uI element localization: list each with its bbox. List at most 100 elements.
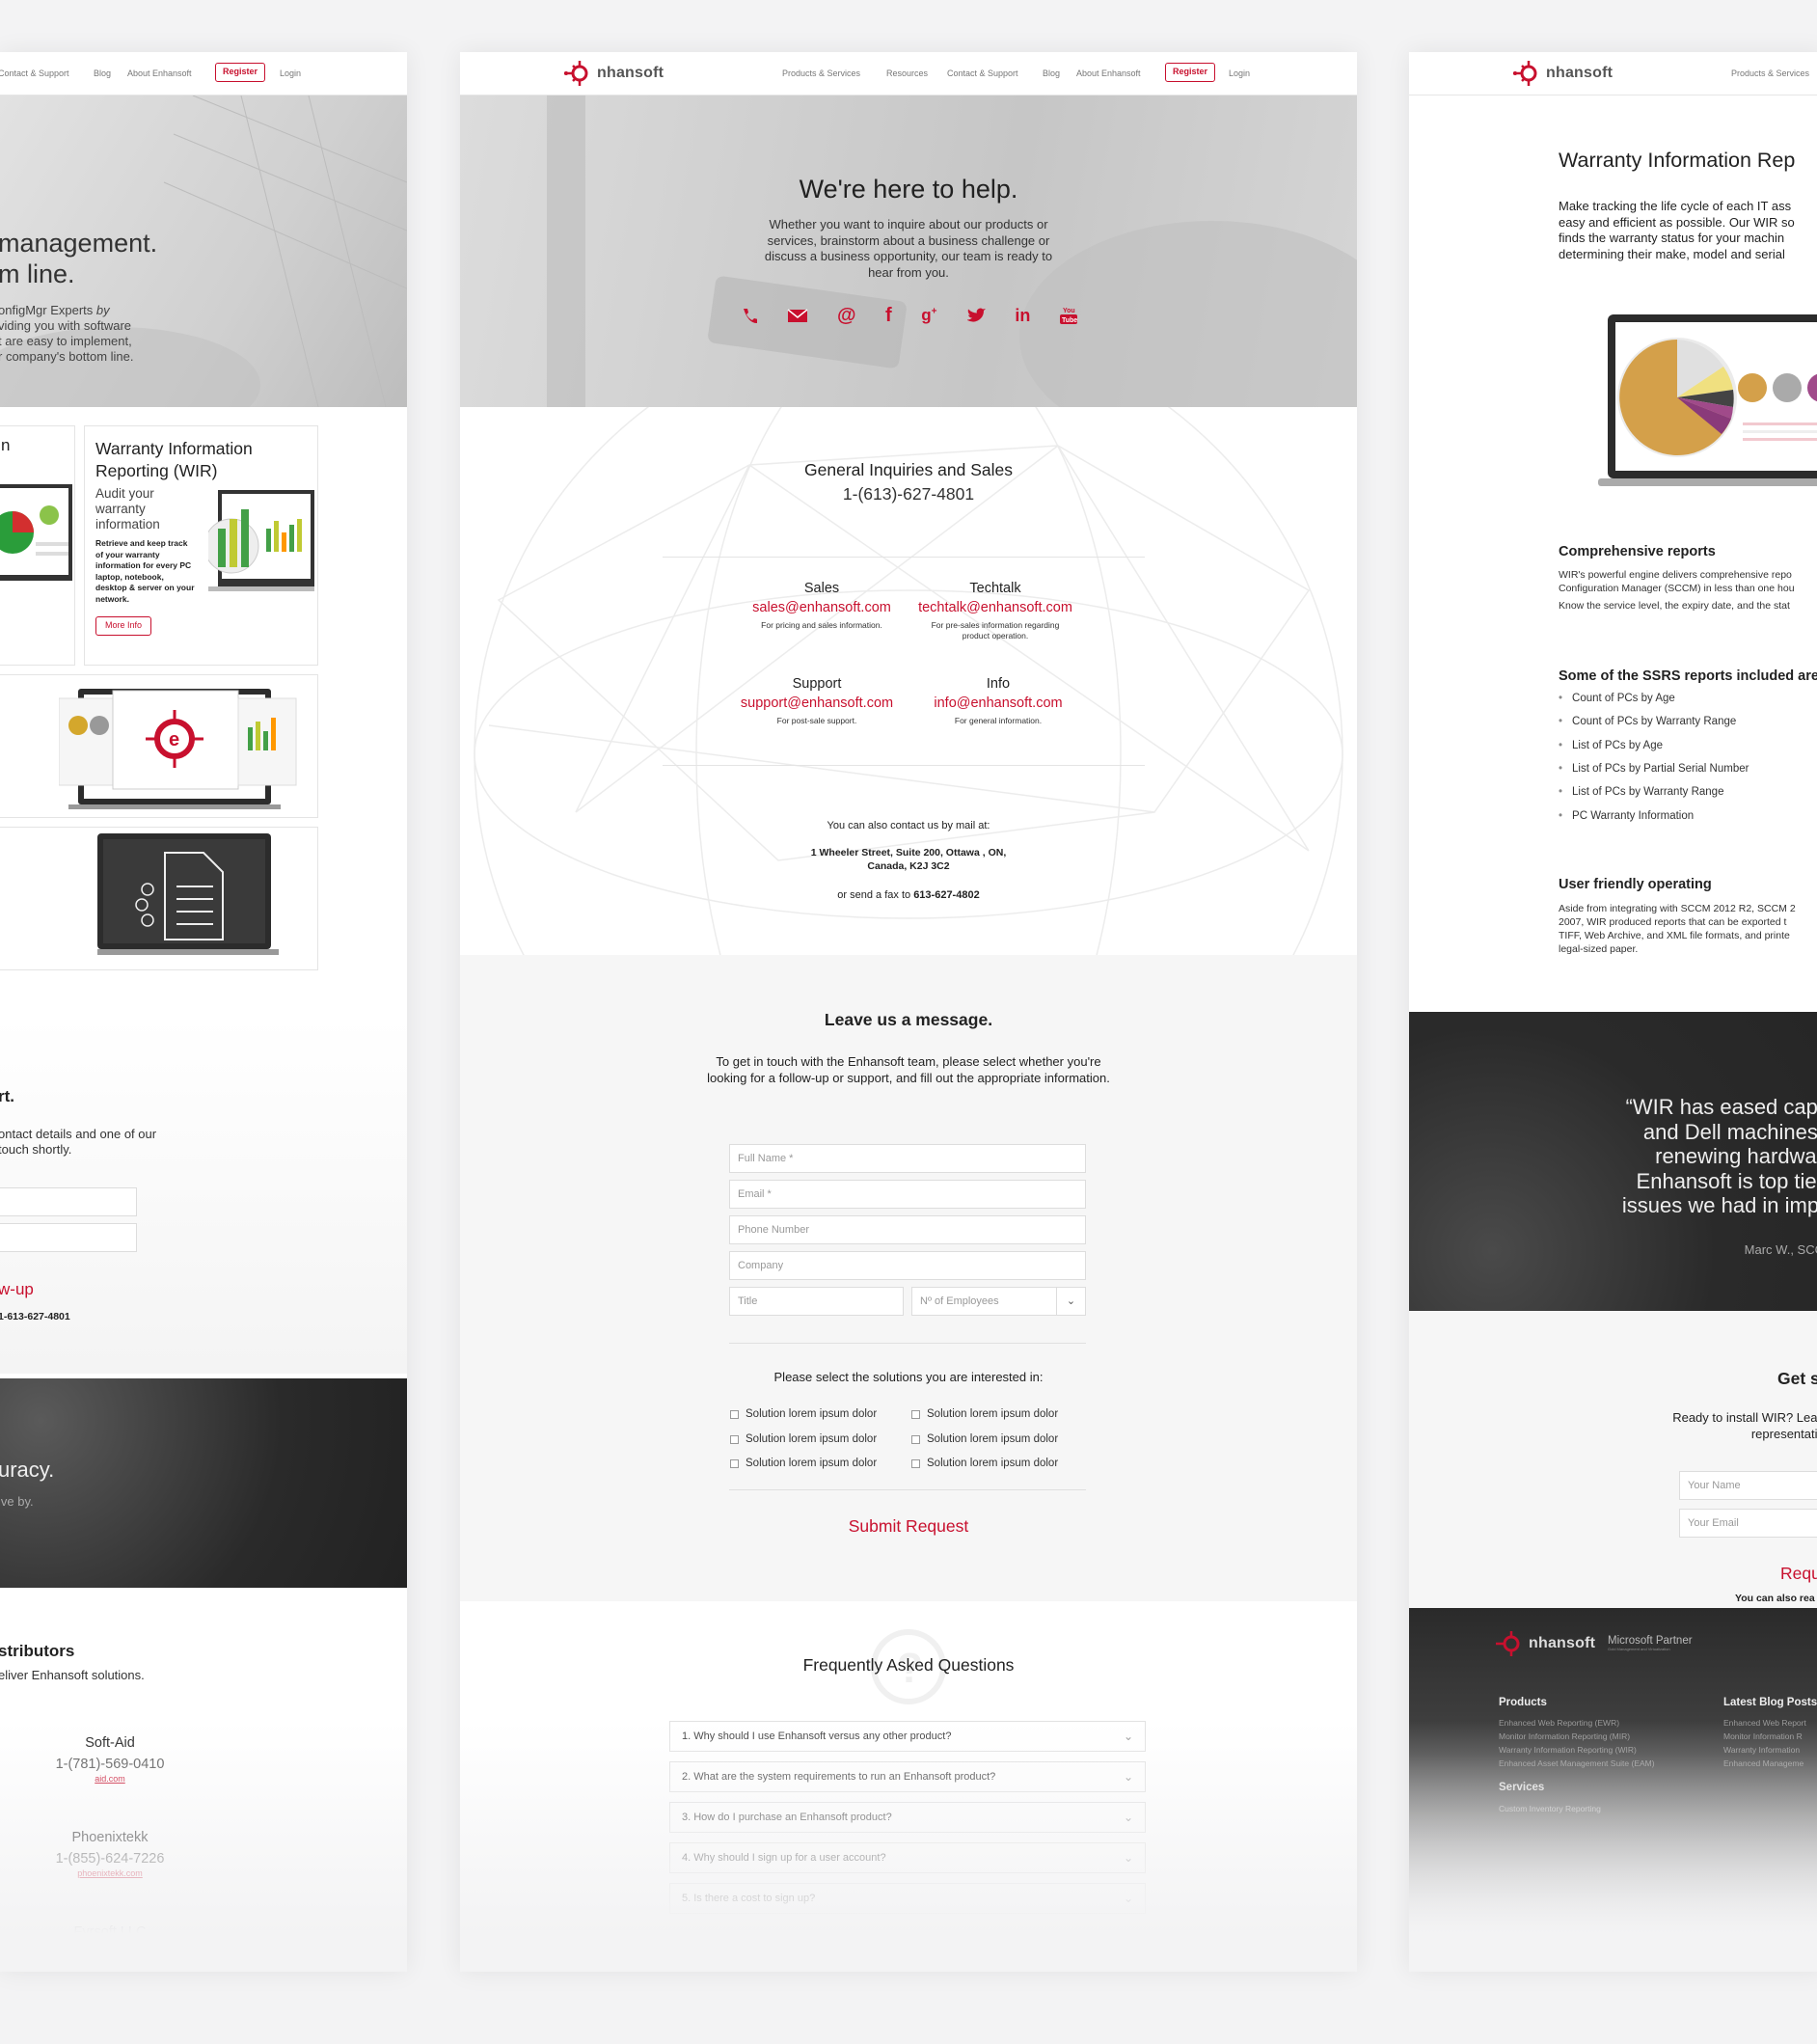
- footer-link[interactable]: Monitor Information Reporting (MIR): [1499, 1730, 1655, 1743]
- footer-link[interactable]: Enhanced Asset Management Suite (EAM): [1499, 1757, 1655, 1770]
- enhansoft-logo[interactable]: nhansoft: [564, 61, 664, 86]
- faq-item[interactable]: 2. What are the system requirements to r…: [669, 1761, 1146, 1792]
- techtalk-email-link[interactable]: techtalk@enhansoft.com: [899, 600, 1092, 615]
- wir-card-title: Warranty Information Reporting (WIR): [95, 439, 253, 480]
- nav-login-link[interactable]: Login: [1229, 68, 1250, 78]
- enhansoft-logo-icon: [1513, 61, 1537, 86]
- chevron-down-icon: ⌄: [1123, 1730, 1133, 1743]
- wir-page-preview: nhansoft Products & Services Warranty In…: [1409, 52, 1817, 1972]
- wir-product-card: Warranty Information Reporting (WIR) Audi…: [84, 425, 318, 666]
- solution-checkbox[interactable]: Solution lorem ipsum dolor: [730, 1408, 877, 1420]
- support-email-link[interactable]: support@enhansoft.com: [720, 695, 913, 711]
- footer-link[interactable]: Enhanced Web Report: [1723, 1716, 1806, 1730]
- nav-blog-link[interactable]: Blog: [1043, 68, 1060, 78]
- solution-checkbox[interactable]: Solution lorem ipsum dolor: [730, 1433, 877, 1445]
- full-name-input[interactable]: Full Name *: [729, 1144, 1086, 1173]
- phone-input[interactable]: Phone Number: [729, 1215, 1086, 1244]
- ssrs-list-item: List of PCs by Warranty Range: [1559, 786, 1723, 798]
- support-input-1[interactable]: [0, 1187, 137, 1216]
- enhansoft-logo[interactable]: nhansoft: [1513, 61, 1613, 86]
- solution-checkbox[interactable]: Solution lorem ipsum dolor: [911, 1408, 1058, 1420]
- testimonial-author: ive by.: [0, 1494, 34, 1509]
- nav-contact-link[interactable]: Contact & Support: [0, 68, 69, 78]
- get-started-note: You can also rea: [1735, 1593, 1815, 1604]
- footer-link[interactable]: Enhanced Web Reporting (EWR): [1499, 1716, 1655, 1730]
- request-button[interactable]: Requ: [1780, 1564, 1817, 1584]
- email-input[interactable]: Email *: [729, 1180, 1086, 1209]
- register-button[interactable]: Register: [215, 63, 265, 82]
- wir-card-desc: Retrieve and keep track of your warranty i…: [95, 538, 195, 604]
- at-icon[interactable]: @: [837, 305, 856, 327]
- footer-link[interactable]: Warranty Information Reporting (WIR): [1499, 1743, 1655, 1757]
- left-page-preview: Contact & Support Blog About Enhansoft R…: [0, 52, 407, 1972]
- nav-blog-link[interactable]: Blog: [94, 68, 111, 78]
- follow-up-link[interactable]: w-up: [0, 1280, 34, 1299]
- distributor-item: Fyrsoft LLC 1-(832)-476-9306: [55, 1924, 165, 1961]
- faq-item[interactable]: 4. Why should I sign up for a user accou…: [669, 1842, 1146, 1873]
- footer-link[interactable]: Warranty Information: [1723, 1743, 1806, 1757]
- submit-request-button[interactable]: Submit Request: [460, 1516, 1357, 1537]
- distributor-link[interactable]: aid.com: [0, 1774, 220, 1784]
- chevron-down-icon: ⌄: [1123, 1892, 1133, 1905]
- footer-logo[interactable]: nhansoft: [1496, 1631, 1595, 1656]
- message-form-section: Leave us a message. To get in touch with…: [460, 955, 1357, 1601]
- chevron-down-icon: ⌄: [1123, 1851, 1133, 1865]
- faq-section: ? Frequently Asked Questions 1. Why shou…: [460, 1601, 1357, 1972]
- laptop-enhansoft-dashboard-image: e: [59, 689, 297, 809]
- your-email-input[interactable]: Your Email: [1679, 1509, 1817, 1538]
- solution-checkbox[interactable]: Solution lorem ipsum dolor: [911, 1458, 1058, 1469]
- ssrs-list-item: Count of PCs by Warranty Range: [1559, 716, 1736, 727]
- your-name-input[interactable]: Your Name: [1679, 1471, 1817, 1500]
- employees-select[interactable]: Nº of Employees ⌄: [911, 1287, 1086, 1316]
- chevron-down-icon: ⌄: [1123, 1811, 1133, 1824]
- company-input[interactable]: Company: [729, 1251, 1086, 1280]
- enhansoft-logo-icon: [564, 61, 588, 86]
- page-title: Warranty Information Rep: [1559, 149, 1796, 172]
- divider: [729, 1343, 1086, 1344]
- logo-text: nhansoft: [597, 65, 664, 81]
- nav-login-link[interactable]: Login: [280, 68, 301, 78]
- more-info-button[interactable]: More Info: [95, 616, 151, 636]
- testimonial-quote: “WIR has eased capt and Dell machines, ren…: [1621, 1095, 1817, 1217]
- footer-products-title: Products: [1499, 1697, 1547, 1708]
- top-nav: nhansoft Products & Services Resources C…: [460, 52, 1357, 95]
- testimonial-banner: “WIR has eased capt and Dell machines, ren…: [1409, 1012, 1817, 1311]
- faq-item[interactable]: 3. How do I purchase an Enhansoft produc…: [669, 1802, 1146, 1833]
- faq-item[interactable]: 5. Is there a cost to sign up? ⌄: [669, 1883, 1146, 1914]
- youtube-icon[interactable]: You Tube: [1059, 306, 1077, 325]
- twitter-icon[interactable]: [966, 308, 986, 323]
- hero-banner: We're here to help. Whether you want to …: [460, 95, 1357, 407]
- distributor-link[interactable]: phoenixtekk.com: [0, 1868, 220, 1878]
- facebook-icon[interactable]: f: [885, 305, 892, 327]
- faq-item[interactable]: 1. Why should I use Enhansoft versus any…: [669, 1721, 1146, 1752]
- mail-icon[interactable]: [787, 308, 808, 323]
- google-plus-icon[interactable]: g+: [921, 306, 936, 325]
- nav-about-link[interactable]: About Enhansoft: [1076, 68, 1141, 78]
- get-started-text: Ready to install WIR? Leav representativ: [1672, 1410, 1817, 1441]
- friendly-text: Aside from integrating with SCCM 2012 R2…: [1559, 903, 1796, 955]
- footer-link[interactable]: Custom Inventory Reporting: [1499, 1804, 1601, 1813]
- hero-title-line2: m line.: [0, 259, 75, 288]
- footer-link[interactable]: Monitor Information R: [1723, 1730, 1806, 1743]
- solution-checkbox[interactable]: Solution lorem ipsum dolor: [730, 1458, 877, 1469]
- footer-link[interactable]: Enhanced Manageme: [1723, 1757, 1806, 1770]
- divider: [663, 557, 1145, 558]
- nav-resources-link[interactable]: Resources: [886, 68, 928, 78]
- nav-about-link[interactable]: About Enhansoft: [127, 68, 192, 78]
- nav-products-link[interactable]: Products & Services: [1731, 68, 1809, 78]
- divider: [729, 1489, 1086, 1490]
- linkedin-icon[interactable]: in: [1015, 306, 1030, 326]
- title-input[interactable]: Title: [729, 1287, 904, 1316]
- nav-contact-link[interactable]: Contact & Support: [947, 68, 1018, 78]
- hero-title-line1: management.: [0, 229, 158, 258]
- inquiries-title: General Inquiries and Sales: [804, 460, 1013, 479]
- support-input-2[interactable]: [0, 1223, 137, 1252]
- ssrs-title: Some of the SSRS reports included are:: [1559, 668, 1817, 684]
- info-email-link[interactable]: info@enhansoft.com: [902, 695, 1095, 711]
- solution-checkbox[interactable]: Solution lorem ipsum dolor: [911, 1433, 1058, 1445]
- sales-email-link[interactable]: sales@enhansoft.com: [725, 600, 918, 615]
- distributors-title: stributors: [0, 1642, 75, 1660]
- register-button[interactable]: Register: [1165, 63, 1215, 82]
- phone-icon[interactable]: [740, 307, 757, 324]
- nav-products-link[interactable]: Products & Services: [782, 68, 860, 78]
